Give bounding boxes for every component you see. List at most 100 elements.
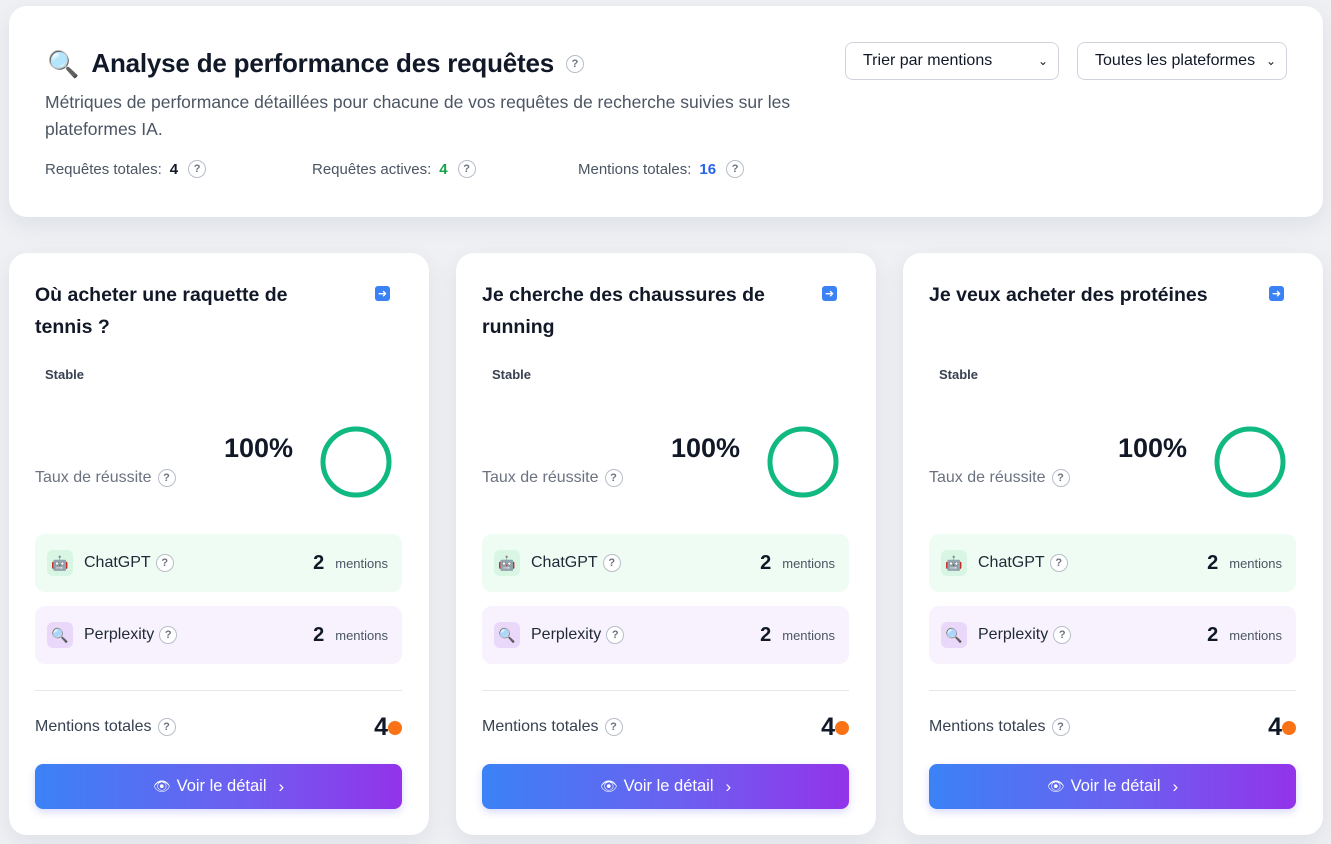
help-icon[interactable]: ? (1053, 626, 1072, 644)
sort-select[interactable]: Trier par mentions ⌄ (845, 42, 1059, 80)
success-rate-value: 100% (671, 433, 741, 463)
eye-icon: 👁 (599, 778, 618, 794)
platform-name: Perplexity (978, 626, 1049, 643)
platform-mention-count: 2 (760, 551, 772, 574)
stat-label: Requêtes actives: (312, 160, 432, 178)
query-card: Je cherche des chaussures de running ➜ S… (456, 253, 876, 835)
platform-name: ChatGPT (978, 554, 1045, 571)
success-rate-value: 100% (1118, 433, 1188, 463)
view-detail-button[interactable]: 👁 Voir le détail › (929, 764, 1296, 809)
view-detail-label: Voir le détail (176, 777, 267, 795)
header-title-row: 🔍 Analyse de performance des requêtes ? (47, 48, 585, 79)
query-card: Où acheter une raquette de tennis ? ➜ St… (9, 253, 429, 835)
chatgpt-robot-icon: 🤖 (47, 550, 73, 576)
platform-row-perplexity: 🔍 Perplexity ? 2 mentions (929, 606, 1296, 664)
ring-progress (767, 426, 839, 498)
stat-total-queries: Requêtes totales: 4 ? (45, 160, 312, 178)
stat-value: 4 (439, 160, 448, 178)
platform-select-value: Toutes les plateformes (1095, 52, 1256, 69)
total-mentions-label-row: Mentions totales ? (929, 718, 1070, 736)
page-subtitle: Métriques de performance détaillées pour… (45, 92, 791, 139)
divider (929, 690, 1296, 691)
platform-name: ChatGPT (84, 554, 151, 571)
help-icon[interactable]: ? (457, 160, 476, 178)
success-rate-ring (1214, 426, 1286, 498)
chevron-right-icon: › (1172, 776, 1179, 796)
help-icon[interactable]: ? (602, 554, 621, 572)
total-mentions-label: Mentions totales (35, 718, 152, 735)
stats-row: Requêtes totales: 4 ? Requêtes actives: … (45, 160, 745, 178)
eye-icon: 👁 (1046, 778, 1065, 794)
stat-active-queries: Requêtes actives: 4 ? (312, 160, 578, 178)
total-mentions-label: Mentions totales (482, 718, 599, 735)
magnifier-icon: 🔍 (47, 48, 80, 79)
chatgpt-robot-icon: 🤖 (941, 550, 967, 576)
platform-name: Perplexity (84, 626, 155, 643)
chevron-down-icon: ⌄ (1265, 54, 1276, 68)
ring-progress (320, 426, 392, 498)
total-mentions-label: Mentions totales (929, 718, 1046, 735)
status-dot (388, 721, 402, 735)
help-icon[interactable]: ? (157, 718, 176, 736)
status-dot (1282, 721, 1296, 735)
help-icon[interactable]: ? (566, 54, 585, 73)
platform-mention-unit: mentions (335, 627, 388, 643)
success-rate-ring (320, 426, 392, 498)
platform-mention-unit: mentions (782, 555, 835, 571)
platform-mention-count: 2 (760, 623, 772, 646)
platform-mention-unit: mentions (1229, 627, 1282, 643)
platform-row-perplexity: 🔍 Perplexity ? 2 mentions (35, 606, 402, 664)
chevron-right-icon: › (725, 776, 732, 796)
help-icon[interactable]: ? (159, 626, 178, 644)
help-icon[interactable]: ? (726, 160, 745, 178)
view-detail-label: Voir le détail (1070, 777, 1161, 795)
sort-select-value: Trier par mentions (863, 52, 993, 69)
help-icon[interactable]: ? (155, 554, 174, 572)
platform-select[interactable]: Toutes les plateformes ⌄ (1077, 42, 1287, 80)
query-analysis-header: 🔍 Analyse de performance des requêtes ? … (9, 6, 1323, 217)
success-rate-label-row: Taux de réussite ? (482, 469, 623, 487)
platform-mention-unit: mentions (1229, 555, 1282, 571)
help-icon[interactable]: ? (606, 626, 625, 644)
platform-row-chatgpt: 🤖 ChatGPT ? 2 mentions (929, 534, 1296, 592)
help-icon[interactable]: ? (157, 469, 176, 487)
trend-badge: Stable (492, 367, 532, 382)
divider (482, 690, 849, 691)
page-title: Analyse de performance des requêtes (91, 48, 555, 78)
platform-mention-count: 2 (313, 623, 325, 646)
platform-mention-count: 2 (1207, 551, 1219, 574)
help-icon[interactable]: ? (188, 160, 207, 178)
status-dot (835, 721, 849, 735)
query-card: Je veux acheter des protéines ➜ Stable T… (903, 253, 1323, 835)
open-arrow-icon[interactable]: ➜ (375, 286, 390, 301)
help-icon[interactable]: ? (1049, 554, 1068, 572)
open-arrow-icon[interactable]: ➜ (822, 286, 837, 301)
chatgpt-robot-icon: 🤖 (494, 550, 520, 576)
view-detail-button[interactable]: 👁 Voir le détail › (482, 764, 849, 809)
success-rate-ring (767, 426, 839, 498)
platform-row-perplexity: 🔍 Perplexity ? 2 mentions (482, 606, 849, 664)
total-mentions-value: 4 (821, 713, 835, 741)
help-icon[interactable]: ? (1051, 469, 1070, 487)
stat-value: 16 (699, 160, 717, 178)
divider (35, 690, 402, 691)
platform-mention-count: 2 (1207, 623, 1219, 646)
total-mentions-label-row: Mentions totales ? (35, 718, 176, 736)
help-icon[interactable]: ? (604, 469, 623, 487)
open-arrow-icon[interactable]: ➜ (1269, 286, 1284, 301)
stat-total-mentions: Mentions totales: 16 ? (578, 160, 745, 178)
platform-row-chatgpt: 🤖 ChatGPT ? 2 mentions (482, 534, 849, 592)
help-icon[interactable]: ? (1051, 718, 1070, 736)
total-mentions-value: 4 (374, 713, 388, 741)
view-detail-label: Voir le détail (623, 777, 714, 795)
help-icon[interactable]: ? (604, 718, 623, 736)
stat-value: 4 (169, 160, 179, 178)
perplexity-magnifier-icon: 🔍 (494, 622, 520, 648)
view-detail-button[interactable]: 👁 Voir le détail › (35, 764, 402, 809)
perplexity-magnifier-icon: 🔍 (941, 622, 967, 648)
success-rate-label: Taux de réussite (929, 469, 1046, 486)
platform-name: ChatGPT (531, 554, 598, 571)
query-title: Je cherche des chaussures de running (482, 284, 765, 338)
stat-label: Requêtes totales: (45, 160, 162, 178)
eye-icon: 👁 (152, 778, 171, 794)
